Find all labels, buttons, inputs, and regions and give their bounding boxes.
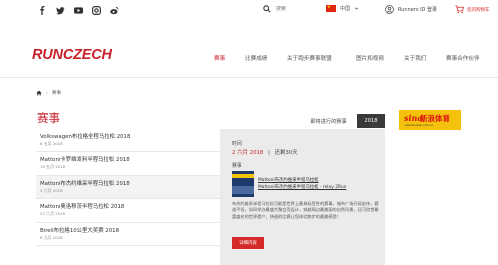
header-divider bbox=[0, 77, 498, 78]
event-date-value: 2 六月 2018 bbox=[232, 150, 264, 156]
weibo-icon[interactable] bbox=[110, 6, 119, 15]
login-label: Runners ID 登录 bbox=[398, 7, 437, 13]
breadcrumb-separator: › bbox=[46, 90, 48, 96]
events-label: 赛事 bbox=[232, 163, 242, 169]
event-description: 布杰约维采半程马拉松可能是世界上最具标签性的赛事，城市广场开阔宏伟，赛道平坦，如… bbox=[232, 201, 379, 219]
time-label: 时间 bbox=[232, 141, 242, 147]
nav-item-media[interactable]: 图片和视频 bbox=[356, 54, 384, 62]
list-item-selected[interactable]: Mattoni布杰约维采半程马拉松 2018 2 六月 2018 bbox=[36, 175, 220, 200]
sina-sports-ad[interactable]: sina 新浪体育 sports.sina.com.cn bbox=[399, 110, 461, 130]
search-icon[interactable] bbox=[263, 5, 271, 13]
event-thumbnail bbox=[232, 171, 254, 197]
event-list: Volkswagen布拉格全程马拉松 2018 6 五月 2018 Matton… bbox=[36, 129, 220, 246]
top-bar: 中国 Runners ID 登录 您的购物车 bbox=[0, 0, 498, 22]
main-nav: 赛事 比赛成绩 关于跑步赛事联盟 图片和视频 关于我们 赛事合作伙伴 bbox=[0, 54, 498, 64]
event-name: Birell布拉格10公里大奖赛 2018 bbox=[40, 227, 120, 234]
list-item[interactable]: Birell布拉格10公里大奖赛 2018 8 九月 2018 bbox=[36, 223, 220, 246]
search-box[interactable] bbox=[263, 5, 321, 13]
china-flag-icon bbox=[326, 5, 336, 12]
event-date-range: 2 六月 2018 | 还剩30天 bbox=[232, 148, 298, 156]
event-name: Mattoni奥洛穆茨半程马拉松 2018 bbox=[40, 204, 125, 211]
cart-label: 您的购物车 bbox=[467, 7, 490, 13]
cart-icon bbox=[455, 5, 464, 14]
date-separator: | bbox=[268, 150, 270, 156]
facebook-icon[interactable] bbox=[38, 6, 47, 15]
event-date: 6 五月 2018 bbox=[40, 141, 63, 146]
nav-item-running-league[interactable]: 关于跑步赛事联盟 bbox=[287, 54, 332, 62]
race-link-half-marathon[interactable]: Mattoni布杰约维采半程马拉松 bbox=[258, 177, 319, 183]
login-link[interactable]: Runners ID 登录 bbox=[385, 5, 437, 14]
sina-url: sports.sina.com.cn bbox=[405, 123, 434, 127]
nav-item-about[interactable]: 关于我们 bbox=[404, 54, 426, 62]
youtube-icon[interactable] bbox=[74, 6, 83, 15]
event-date: 2 六月 2018 bbox=[40, 187, 63, 193]
search-input[interactable] bbox=[276, 6, 321, 12]
page-title: 赛事 bbox=[37, 111, 60, 125]
details-button[interactable]: 详细内容 bbox=[232, 237, 264, 249]
event-detail-panel: 时间 2 六月 2018 | 还剩30天 赛事 Mattoni布杰约维采半程马拉… bbox=[220, 129, 385, 265]
tab-upcoming-events[interactable]: 即将进行的赛事 bbox=[302, 114, 355, 128]
nav-item-results[interactable]: 比赛成绩 bbox=[245, 54, 267, 62]
event-name: Mattoni布杰约维采半程马拉松 2018 bbox=[40, 180, 130, 187]
event-date: 23 六月 2018 bbox=[40, 211, 66, 217]
chevron-down-icon bbox=[354, 7, 359, 10]
event-name: Mattoni卡罗维发利半程马拉松 2018 bbox=[40, 157, 130, 164]
days-remaining: 还剩30天 bbox=[274, 150, 298, 156]
tab-year-2018[interactable]: 2018 bbox=[357, 114, 385, 128]
breadcrumb-current[interactable]: 赛事 bbox=[52, 90, 61, 96]
nav-item-partners[interactable]: 赛事合作伙伴 bbox=[446, 54, 480, 62]
breadcrumb: › 赛事 bbox=[36, 90, 61, 96]
cart-link[interactable]: 您的购物车 bbox=[455, 5, 490, 14]
nav-item-events[interactable]: 赛事 bbox=[214, 54, 225, 62]
list-item[interactable]: Mattoni奥洛穆茨半程马拉松 2018 23 六月 2018 bbox=[36, 199, 220, 223]
event-name: Volkswagen布拉格全程马拉松 2018 bbox=[40, 134, 131, 140]
event-date: 19 五月 2018 bbox=[40, 164, 66, 170]
list-item[interactable]: Volkswagen布拉格全程马拉松 2018 6 五月 2018 bbox=[36, 129, 220, 153]
race-link-relay[interactable]: Mattoni布杰约维采半程马拉松 - relay 2Run bbox=[258, 184, 346, 190]
instagram-icon[interactable] bbox=[92, 6, 101, 15]
list-item[interactable]: Mattoni卡罗维发利半程马拉松 2018 19 五月 2018 bbox=[36, 152, 220, 176]
language-selector[interactable]: 中国 bbox=[326, 5, 359, 12]
twitter-icon[interactable] bbox=[56, 6, 65, 15]
event-date: 8 九月 2018 bbox=[40, 234, 63, 240]
user-icon bbox=[385, 5, 394, 14]
social-links bbox=[38, 6, 119, 15]
home-icon[interactable] bbox=[36, 90, 42, 96]
language-label: 中国 bbox=[340, 6, 351, 12]
